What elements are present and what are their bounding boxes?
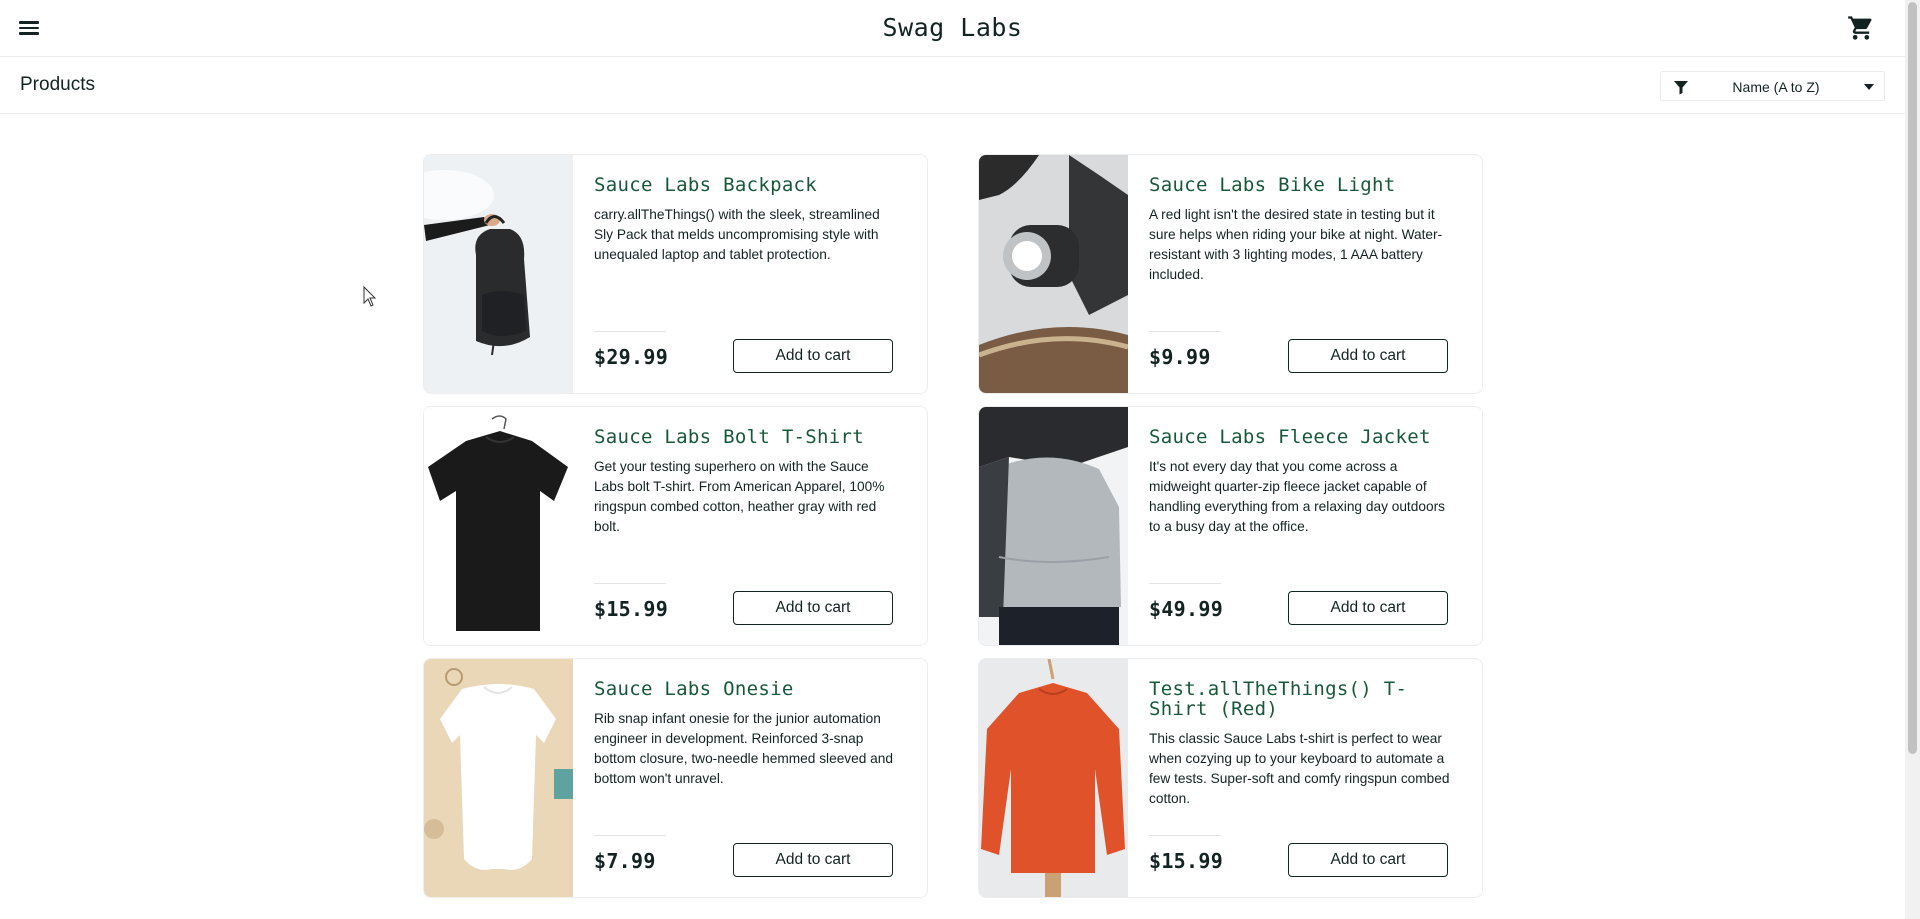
- product-title[interactable]: Sauce Labs Fleece Jacket: [1149, 427, 1449, 447]
- shopping-cart-icon[interactable]: [1847, 14, 1875, 42]
- mouse-pointer-icon: [363, 286, 377, 307]
- divider: [1149, 331, 1221, 332]
- product-description: It's not every day that you come across …: [1149, 459, 1445, 534]
- vertical-scrollbar[interactable]: [1905, 0, 1920, 919]
- sort-selected-value: Name (A to Z): [1732, 79, 1820, 95]
- product-price: $29.99: [594, 345, 669, 369]
- product-image[interactable]: [979, 407, 1128, 645]
- add-to-cart-button[interactable]: Add to cart: [733, 591, 893, 625]
- inventory-item: Sauce Labs Onesie Rib snap infant onesie…: [423, 658, 928, 898]
- product-image[interactable]: [424, 155, 573, 393]
- product-image[interactable]: [979, 659, 1128, 897]
- scrollbar-thumb[interactable]: [1908, 2, 1917, 754]
- filter-icon: [1674, 81, 1688, 95]
- divider: [594, 331, 666, 332]
- add-to-cart-button[interactable]: Add to cart: [733, 339, 893, 373]
- divider: [594, 835, 666, 836]
- divider: [1149, 583, 1221, 584]
- product-description: A red light isn't the desired state in t…: [1149, 207, 1443, 282]
- inventory-item: Sauce Labs Bike Light A red light isn't …: [978, 154, 1483, 394]
- product-title[interactable]: Sauce Labs Bolt T-Shirt: [594, 427, 894, 447]
- product-image[interactable]: [424, 659, 573, 897]
- inventory-item: Sauce Labs Bolt T-Shirt Get your testing…: [423, 406, 928, 646]
- product-description: carry.allTheThings() with the sleek, str…: [594, 207, 880, 262]
- product-price: $15.99: [594, 597, 669, 621]
- product-description: Get your testing superhero on with the S…: [594, 459, 885, 534]
- divider: [594, 583, 666, 584]
- chevron-down-icon: [1864, 84, 1874, 90]
- add-to-cart-button[interactable]: Add to cart: [1288, 843, 1448, 877]
- sort-select[interactable]: Name (A to Z): [1660, 71, 1885, 101]
- inventory-item: Test.allTheThings() T-Shirt (Red) This c…: [978, 658, 1483, 898]
- product-image[interactable]: [424, 407, 573, 645]
- product-price: $7.99: [594, 849, 656, 873]
- product-title[interactable]: Sauce Labs Bike Light: [1149, 175, 1449, 195]
- inventory-item: Sauce Labs Fleece Jacket It's not every …: [978, 406, 1483, 646]
- divider: [1149, 835, 1221, 836]
- add-to-cart-button[interactable]: Add to cart: [1288, 591, 1448, 625]
- product-image[interactable]: [979, 155, 1128, 393]
- app-logo: Swag Labs: [882, 13, 1023, 42]
- product-price: $9.99: [1149, 345, 1211, 369]
- add-to-cart-button[interactable]: Add to cart: [733, 843, 893, 877]
- product-price: $49.99: [1149, 597, 1224, 621]
- product-title[interactable]: Test.allTheThings() T-Shirt (Red): [1149, 679, 1449, 719]
- page-title: Products: [20, 74, 95, 95]
- product-description: Rib snap infant onesie for the junior au…: [594, 711, 894, 786]
- product-price: $15.99: [1149, 849, 1224, 873]
- secondary-header: Products Name (A to Z): [0, 57, 1905, 114]
- product-title[interactable]: Sauce Labs Onesie: [594, 679, 894, 699]
- inventory-item: Sauce Labs Backpack carry.allTheThings()…: [423, 154, 928, 394]
- product-description: This classic Sauce Labs t-shirt is perfe…: [1149, 731, 1450, 806]
- primary-header: Swag Labs: [0, 0, 1905, 57]
- add-to-cart-button[interactable]: Add to cart: [1288, 339, 1448, 373]
- product-title[interactable]: Sauce Labs Backpack: [594, 175, 894, 195]
